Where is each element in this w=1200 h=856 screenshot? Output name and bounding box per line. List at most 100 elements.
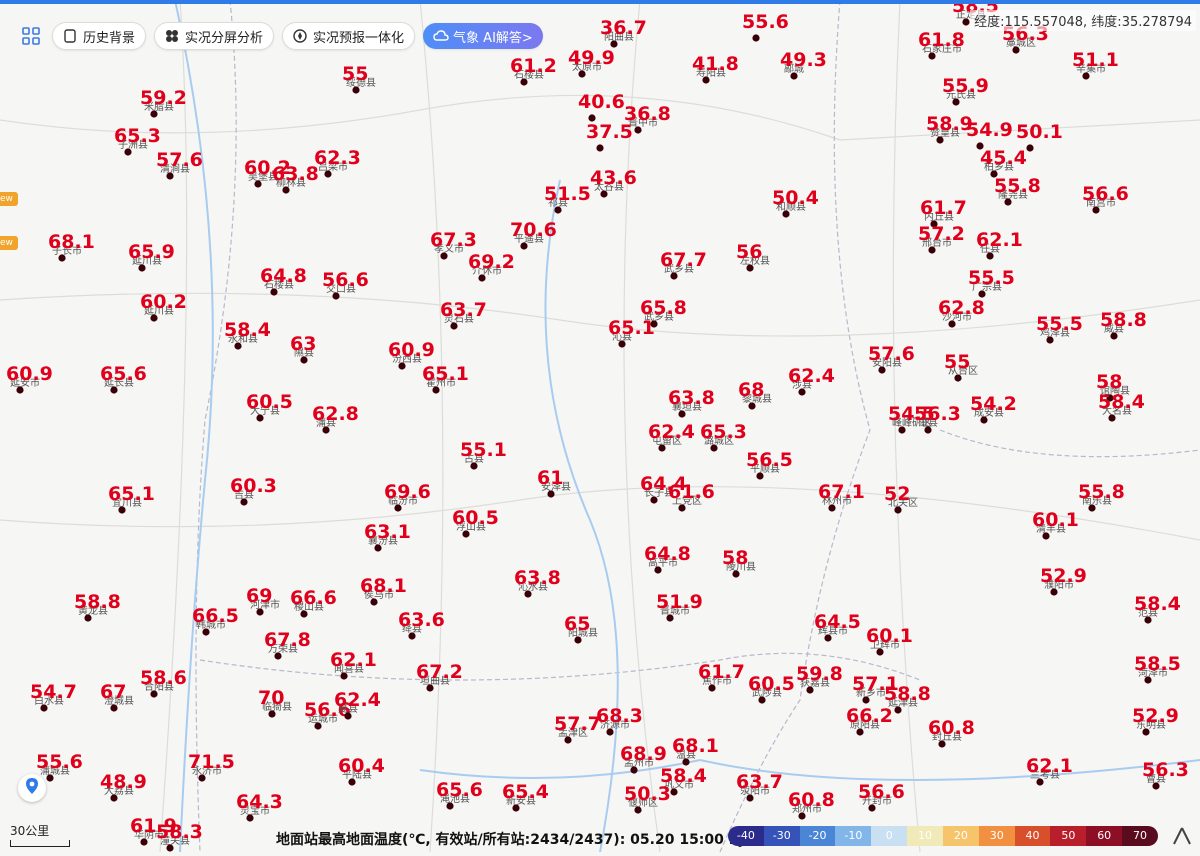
station-marker[interactable]: 万荣县67.8 bbox=[264, 629, 311, 660]
station-marker[interactable]: 邢台市57.2 bbox=[918, 223, 965, 254]
station-marker[interactable]: 延长县65.6 bbox=[100, 363, 147, 394]
station-marker[interactable]: 陵川县58 bbox=[722, 547, 756, 578]
station-marker[interactable]: 垣曲县67.2 bbox=[416, 661, 463, 692]
station-marker[interactable]: 卫辉市60.1 bbox=[866, 625, 913, 656]
station-marker[interactable]: 襄汾县63.1 bbox=[364, 521, 411, 552]
station-marker[interactable]: 隆尧县55.8 bbox=[994, 175, 1041, 206]
station-marker[interactable]: 任县62.1 bbox=[976, 229, 1023, 260]
layers-grid-icon[interactable] bbox=[18, 23, 44, 49]
station-marker[interactable]: 临猗县70 bbox=[258, 687, 292, 718]
station-marker[interactable]: 磁县56.3 bbox=[914, 403, 961, 434]
station-marker[interactable]: 和顺县50.4 bbox=[772, 187, 819, 218]
station-marker[interactable]: 濮阳市52.9 bbox=[1040, 565, 1087, 596]
station-marker[interactable]: 新安县65.4 bbox=[502, 781, 549, 812]
station-marker[interactable]: 屯留区62.4 bbox=[648, 421, 695, 452]
station-marker[interactable]: 55.6 bbox=[742, 11, 789, 42]
station-marker[interactable]: 延川县65.9 bbox=[128, 241, 175, 272]
station-marker[interactable]: 清丰县60.1 bbox=[1032, 509, 1079, 540]
station-marker[interactable]: 延安市60.9 bbox=[6, 363, 53, 394]
station-marker[interactable]: 黄龙县58.8 bbox=[74, 591, 121, 622]
person-icon[interactable] bbox=[1170, 824, 1194, 848]
station-marker[interactable]: 隰县63 bbox=[290, 333, 316, 364]
station-marker[interactable]: 鸡泽县55.5 bbox=[1036, 313, 1083, 344]
station-marker[interactable]: 平陆县60.4 bbox=[338, 755, 385, 786]
station-marker[interactable]: 太谷县43.6 bbox=[590, 167, 637, 198]
station-marker[interactable]: 安阳县57.6 bbox=[868, 343, 915, 374]
station-marker[interactable]: 原阳县66.2 bbox=[846, 705, 893, 736]
station-marker[interactable]: 寿阳县41.8 bbox=[692, 53, 739, 84]
station-marker[interactable]: 吉县60.3 bbox=[230, 475, 277, 506]
station-marker[interactable]: 灵石县63.7 bbox=[440, 299, 487, 330]
station-marker[interactable]: 南宫市56.6 bbox=[1082, 183, 1129, 214]
station-marker[interactable]: 元氏县55.9 bbox=[942, 75, 989, 106]
new-badge[interactable]: ew bbox=[0, 192, 18, 206]
station-marker[interactable]: 阳城县65 bbox=[564, 613, 598, 644]
station-marker[interactable]: 交口县56.6 bbox=[322, 269, 369, 300]
station-marker[interactable]: 蒲城县55.6 bbox=[36, 751, 83, 782]
station-marker[interactable]: 林州市67.1 bbox=[818, 481, 865, 512]
station-marker[interactable]: 封丘县60.8 bbox=[928, 717, 975, 748]
forecast-integration-button[interactable]: 实况预报一体化 bbox=[282, 22, 416, 50]
station-marker[interactable]: 子长市68.1 bbox=[48, 231, 95, 262]
station-marker[interactable]: 沁县65.1 bbox=[608, 317, 655, 348]
station-marker[interactable]: 郑州市60.8 bbox=[788, 789, 835, 820]
station-marker[interactable]: 阳曲县36.7 bbox=[600, 17, 647, 48]
station-marker[interactable]: 霍州市65.1 bbox=[422, 363, 469, 394]
station-marker[interactable]: 开封市56.6 bbox=[858, 781, 905, 812]
station-marker[interactable]: 浮山县60.5 bbox=[452, 507, 499, 538]
station-marker[interactable]: 石家庄市61.8 bbox=[918, 29, 965, 60]
station-marker[interactable]: 临汾市69.6 bbox=[384, 481, 431, 512]
station-marker[interactable]: 大荔县48.9 bbox=[100, 771, 147, 802]
station-marker[interactable]: 石楼县64.8 bbox=[260, 265, 307, 296]
station-marker[interactable]: 韩城市66.5 bbox=[192, 605, 239, 636]
station-marker[interactable]: 子洲县65.3 bbox=[114, 125, 161, 156]
station-marker[interactable]: 荥阳市63.7 bbox=[736, 771, 783, 802]
new-badge[interactable]: ew bbox=[0, 236, 18, 250]
station-marker[interactable]: 54.9 bbox=[966, 119, 1013, 150]
station-marker[interactable]: 北关区52 bbox=[884, 483, 918, 514]
station-marker[interactable]: 孟津区57.7 bbox=[554, 713, 601, 744]
station-marker[interactable]: 宜川县65.1 bbox=[108, 483, 155, 514]
station-marker[interactable]: 范县58.4 bbox=[1134, 593, 1181, 624]
split-screen-analysis-button[interactable]: 实况分屏分析 bbox=[154, 22, 275, 50]
station-marker[interactable]: 济源市68.3 bbox=[596, 705, 643, 736]
station-marker[interactable]: 兰考县62.1 bbox=[1026, 755, 1073, 786]
station-marker[interactable]: 澄城县67 bbox=[100, 681, 134, 712]
station-marker[interactable]: 武陟县60.5 bbox=[748, 673, 795, 704]
station-marker[interactable]: 永和县58.4 bbox=[224, 319, 271, 350]
station-marker[interactable]: 上党区61.6 bbox=[668, 481, 715, 512]
station-marker[interactable]: 白水县54.7 bbox=[30, 681, 77, 712]
ai-answer-button[interactable]: 气象 AI解答> bbox=[423, 23, 543, 49]
station-marker[interactable]: 鄗城49.3 bbox=[780, 49, 827, 80]
station-marker[interactable]: 平顺县56.5 bbox=[746, 449, 793, 480]
station-marker[interactable]: 安泽县61 bbox=[537, 467, 571, 498]
station-marker[interactable]: 稷山县66.6 bbox=[290, 587, 337, 618]
station-marker[interactable]: 介休市69.2 bbox=[468, 251, 515, 282]
station-marker[interactable]: 沙河市62.8 bbox=[938, 297, 985, 328]
station-marker[interactable]: 祁县51.5 bbox=[544, 183, 591, 214]
station-marker[interactable]: 高平市64.8 bbox=[644, 543, 691, 574]
station-marker[interactable]: 柳林县63.8 bbox=[272, 163, 319, 194]
station-marker[interactable]: 永济市71.5 bbox=[188, 751, 235, 782]
station-marker[interactable]: 武乡县67.7 bbox=[660, 249, 707, 280]
station-marker[interactable]: 绛县63.6 bbox=[398, 609, 445, 640]
station-marker[interactable]: 大名县58.4 bbox=[1098, 391, 1145, 422]
station-marker[interactable]: 蒲县62.8 bbox=[312, 403, 359, 434]
station-marker[interactable]: 南乐县55.8 bbox=[1078, 481, 1125, 512]
station-marker[interactable]: 40.6 bbox=[578, 91, 625, 122]
station-marker[interactable]: 合阳县58.6 bbox=[140, 667, 187, 698]
station-marker[interactable]: 从台区55 bbox=[944, 351, 978, 382]
station-marker[interactable]: 侯马市68.1 bbox=[360, 575, 407, 606]
station-marker[interactable]: 涉县62.4 bbox=[788, 365, 835, 396]
station-marker[interactable]: 大宁县60.5 bbox=[246, 391, 293, 422]
station-marker[interactable]: 黎城县68 bbox=[738, 379, 772, 410]
station-marker[interactable]: 辉县市64.5 bbox=[814, 611, 861, 642]
station-marker[interactable]: 河津市69 bbox=[246, 585, 280, 616]
station-marker[interactable]: 广宗县55.5 bbox=[968, 267, 1015, 298]
station-marker[interactable]: 沁水县63.8 bbox=[514, 567, 561, 598]
station-marker[interactable]: 晋城市51.9 bbox=[656, 591, 703, 622]
station-marker[interactable]: 襄垣县63.8 bbox=[668, 387, 715, 418]
station-marker[interactable]: 柏乡县45.4 bbox=[980, 147, 1027, 178]
station-marker[interactable]: 获嘉县59.8 bbox=[796, 663, 843, 694]
station-marker[interactable]: 东明县52.9 bbox=[1132, 705, 1179, 736]
